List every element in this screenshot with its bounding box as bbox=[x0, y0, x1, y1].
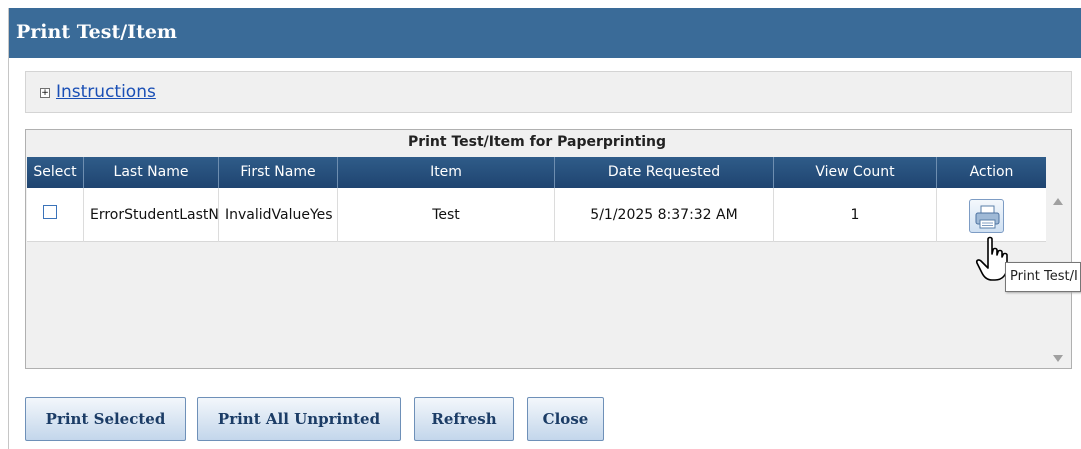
column-header-date-requested[interactable]: Date Requested bbox=[555, 157, 774, 188]
printer-icon bbox=[975, 205, 1000, 229]
print-grid: Print Test/Item for Paperprinting Select… bbox=[25, 129, 1072, 369]
row-select-checkbox[interactable] bbox=[43, 205, 57, 219]
print-selected-button[interactable]: Print Selected bbox=[25, 397, 186, 441]
first-name-cell: InvalidValueYes bbox=[219, 188, 338, 242]
column-header-view-count[interactable]: View Count bbox=[774, 157, 937, 188]
dialog-title: Print Test/Item bbox=[16, 21, 178, 43]
column-header-last-name[interactable]: Last Name bbox=[84, 157, 219, 188]
print-tooltip: Print Test/I bbox=[1005, 262, 1081, 292]
select-cell bbox=[27, 188, 84, 242]
print-row-button[interactable] bbox=[969, 199, 1004, 233]
column-header-item[interactable]: Item bbox=[338, 157, 555, 188]
last-name-cell: ErrorStudentLastN bbox=[84, 188, 219, 242]
date-requested-cell: 5/1/2025 8:37:32 AM bbox=[555, 188, 774, 242]
instructions-panel: + Instructions bbox=[25, 71, 1072, 113]
close-button[interactable]: Close bbox=[527, 397, 604, 441]
refresh-button[interactable]: Refresh bbox=[414, 397, 514, 441]
grid-caption: Print Test/Item for Paperprinting bbox=[407, 134, 667, 150]
dialog-titlebar: Print Test/Item bbox=[9, 8, 1081, 58]
expand-plus-icon[interactable]: + bbox=[40, 88, 50, 98]
grid-header: Select Last Name First Name Item Date Re… bbox=[27, 157, 1046, 188]
item-cell: Test bbox=[338, 188, 555, 242]
print-all-unprinted-button[interactable]: Print All Unprinted bbox=[197, 397, 401, 441]
scroll-down-arrow-icon[interactable] bbox=[1053, 355, 1063, 362]
scroll-up-arrow-icon[interactable] bbox=[1053, 198, 1063, 205]
table-row: ErrorStudentLastN InvalidValueYes Test 5… bbox=[27, 188, 1046, 242]
column-header-action: Action bbox=[969, 164, 1014, 180]
print-test-item-dialog: Print Test/Item + Instructions Print Tes… bbox=[8, 8, 1081, 449]
instructions-link[interactable]: Instructions bbox=[56, 82, 156, 102]
column-header-select[interactable]: Select bbox=[27, 157, 84, 188]
column-header-first-name[interactable]: First Name bbox=[219, 157, 338, 188]
view-count-cell: 1 bbox=[774, 188, 937, 242]
action-cell bbox=[937, 188, 1046, 242]
